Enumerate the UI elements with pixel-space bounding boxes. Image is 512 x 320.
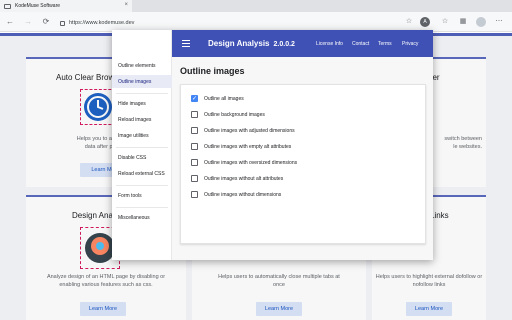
- sidebar-item-image-utilities[interactable]: Image utilities: [118, 133, 149, 139]
- checkbox-checked[interactable]: ✓: [191, 95, 198, 102]
- option-label: Outline images with oversized dimensions: [204, 159, 298, 166]
- collections-icon[interactable]: ▦: [458, 17, 468, 27]
- checkbox[interactable]: [191, 191, 198, 198]
- extension-popup: Outline elements Outline images Hide ima…: [112, 30, 433, 260]
- option-label: Outline images with adjusted dimensions: [204, 127, 295, 134]
- sidebar-divider: [116, 207, 168, 208]
- option-outline-background-images[interactable]: Outline background images: [191, 111, 265, 118]
- option-label: Outline all images: [204, 95, 244, 102]
- option-empty-alt[interactable]: Outline images with empty alt attributes: [191, 143, 291, 150]
- extension-icon[interactable]: A: [420, 17, 430, 27]
- menu-icon[interactable]: [182, 40, 190, 48]
- sidebar-item-reload-external-css[interactable]: Reload external CSS: [118, 171, 165, 177]
- tab-title: KodeMuse Software: [15, 3, 61, 9]
- option-label: Outline images without dimensions: [204, 191, 282, 198]
- close-tab-icon[interactable]: ×: [124, 2, 128, 8]
- option-oversized-dimensions[interactable]: Outline images with oversized dimensions: [191, 159, 297, 166]
- lock-icon: [60, 21, 65, 26]
- popup-title: Design Analysis 2.0.0.2: [208, 39, 295, 48]
- more-icon[interactable]: ⋯: [494, 17, 504, 27]
- star-icon[interactable]: ☆: [404, 17, 414, 27]
- sidebar-divider: [116, 185, 168, 186]
- option-outline-all-images[interactable]: ✓ Outline all images: [191, 95, 244, 102]
- browser-toolbar: ← → ⟳ https://www.kodemuse.dev ☆ A ☆ ▦ ⋯: [0, 12, 512, 32]
- popup-sidebar: Outline elements Outline images Hide ima…: [112, 30, 172, 260]
- option-label: Outline background images: [204, 111, 265, 118]
- option-label: Outline images without alt attributes: [204, 175, 284, 182]
- checkbox[interactable]: [191, 127, 198, 134]
- option-adjusted-dimensions[interactable]: Outline images with adjusted dimensions: [191, 127, 295, 134]
- options-panel: ✓ Outline all images Outline background …: [180, 84, 426, 244]
- checkbox[interactable]: [191, 111, 198, 118]
- back-button[interactable]: ←: [4, 16, 16, 28]
- checkbox[interactable]: [191, 143, 198, 150]
- reload-button[interactable]: ⟳: [40, 16, 52, 28]
- monitor-icon: [4, 3, 11, 9]
- url-text: https://www.kodemuse.dev: [69, 19, 135, 26]
- sidebar-item-hide-images[interactable]: Hide images: [118, 101, 146, 107]
- option-without-dimensions[interactable]: Outline images without dimensions: [191, 191, 281, 198]
- terms-link[interactable]: Terms: [378, 41, 392, 47]
- sidebar-item-form-tools[interactable]: Form tools: [118, 193, 142, 199]
- sidebar-item-disable-css[interactable]: Disable CSS: [118, 155, 146, 161]
- title-bar: KodeMuse Software ×: [0, 0, 512, 12]
- option-without-alt[interactable]: Outline images without alt attributes: [191, 175, 283, 182]
- favorites-icon[interactable]: ☆: [440, 17, 450, 27]
- section-title: Outline images: [180, 66, 245, 76]
- sidebar-item-miscellaneous[interactable]: Miscellaneous: [118, 215, 150, 221]
- contact-link[interactable]: Contact: [352, 41, 369, 47]
- sidebar-divider: [116, 147, 168, 148]
- checkbox[interactable]: [191, 159, 198, 166]
- sidebar-item-reload-images[interactable]: Reload images: [118, 117, 151, 123]
- privacy-link[interactable]: Privacy: [402, 41, 418, 47]
- version-label: 2.0.0.2: [273, 41, 295, 48]
- avatar[interactable]: [476, 17, 486, 27]
- sidebar-divider: [116, 93, 168, 94]
- forward-button[interactable]: →: [22, 16, 34, 28]
- sidebar-item-outline-images[interactable]: Outline images: [118, 79, 151, 85]
- browser-tab[interactable]: KodeMuse Software ×: [0, 0, 132, 12]
- sidebar-item-outline-elements[interactable]: Outline elements: [118, 63, 156, 69]
- address-bar[interactable]: https://www.kodemuse.dev: [60, 17, 400, 28]
- license-info-link[interactable]: License Info: [316, 41, 343, 47]
- option-label: Outline images with empty alt attributes: [204, 143, 292, 150]
- checkbox[interactable]: [191, 175, 198, 182]
